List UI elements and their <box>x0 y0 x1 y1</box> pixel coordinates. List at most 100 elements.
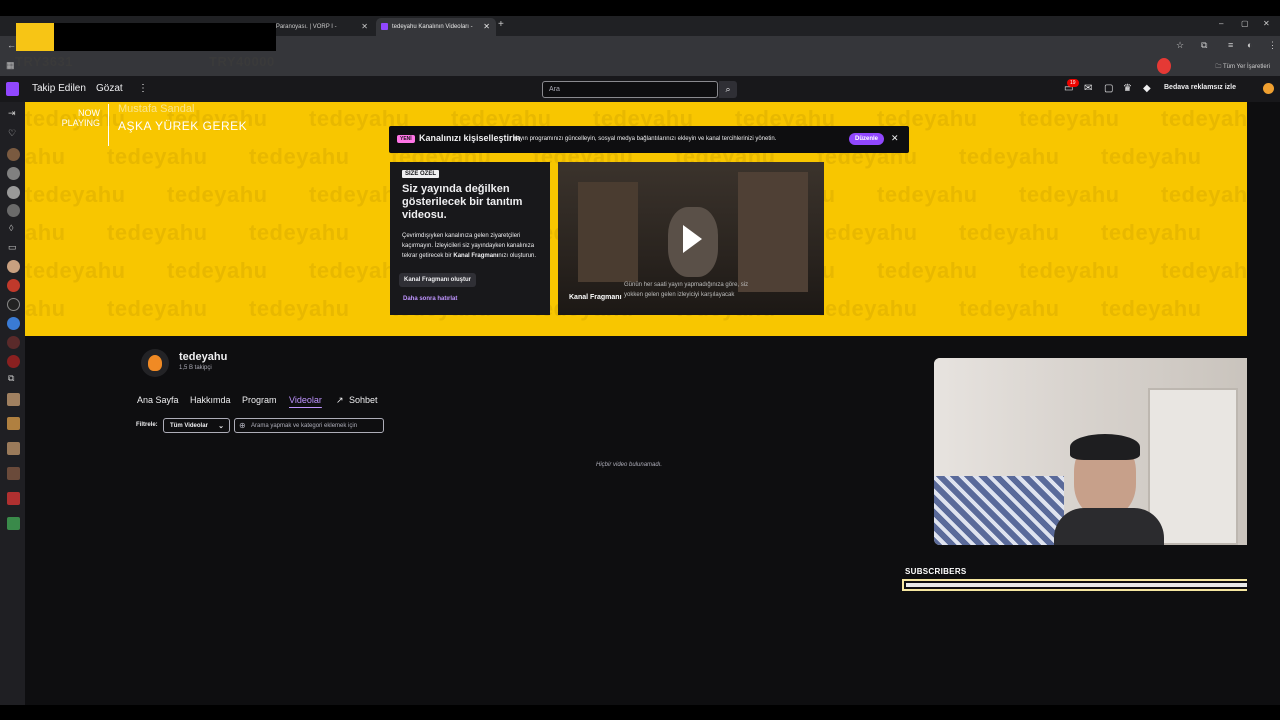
search-input[interactable]: Ara <box>542 81 718 98</box>
ad-free-button[interactable]: Bedava reklamsız izle <box>1164 84 1236 91</box>
banner-watermark-text: tedeyahu <box>1101 220 1202 245</box>
tag-icon: ⊕ <box>239 421 246 430</box>
record-indicator-icon <box>1157 58 1171 74</box>
banner-watermark-text: tedeyahu <box>877 182 978 207</box>
banner-watermark-text: tedeyahu <box>167 182 268 207</box>
channel-followers: 1,5 B takipçi <box>179 365 212 371</box>
close-icon[interactable]: ✕ <box>891 133 899 144</box>
tab-home[interactable]: Ana Sayfa <box>137 395 179 405</box>
search-icon[interactable]: ⌕ <box>719 81 737 98</box>
now-playing-label: NOW PLAYING <box>61 108 100 128</box>
heart-icon: ♡ <box>8 128 17 138</box>
followed-channel-avatar[interactable] <box>7 186 20 199</box>
chevron-down-icon: ⌄ <box>218 423 224 430</box>
create-trailer-button[interactable]: Kanal Fragmanı oluştur <box>399 273 477 287</box>
profile-icon[interactable]: ◐ <box>1247 40 1252 50</box>
banner-watermark-text: tedeyahu <box>25 182 126 207</box>
media-icon[interactable]: ≡ <box>1228 40 1233 50</box>
close-window-button[interactable]: ✕ <box>1263 19 1270 28</box>
banner-watermark-text: tedeyahu <box>877 258 978 283</box>
video-camera-icon: ▭ <box>8 242 17 252</box>
recommended-channel-avatar[interactable] <box>7 260 20 273</box>
banner-watermark-text: tedeyahu <box>1101 296 1202 321</box>
tab-chat[interactable]: Sohbet <box>349 395 378 405</box>
video-type-select[interactable]: Tüm Videolar ⌄ <box>163 418 230 433</box>
recommended-channel-avatar[interactable] <box>7 279 20 292</box>
bookmarks-bar: ▦ 🗀 Tüm Yer İşaretleri <box>0 56 1280 76</box>
prime-icon[interactable]: ♛ <box>1123 83 1132 94</box>
followed-channel-avatar[interactable] <box>7 204 20 217</box>
twitch-logo-icon[interactable] <box>6 82 19 96</box>
banner-watermark-text: tedeyahu <box>959 220 1060 245</box>
all-bookmarks-link[interactable]: 🗀 Tüm Yer İşaretleri <box>1215 62 1270 72</box>
inbox-icon[interactable]: ✉ <box>1084 83 1092 94</box>
tab-videos[interactable]: Videolar <box>289 395 322 405</box>
followed-channel-avatar[interactable] <box>7 167 20 180</box>
banner-watermark-text: tedeyahu <box>25 296 66 321</box>
new-badge: YENİ <box>397 135 415 143</box>
close-tab-icon[interactable]: ✕ <box>483 22 490 31</box>
apps-grid-icon[interactable]: ▦ <box>6 60 15 71</box>
extensions-icon[interactable]: ⧉ <box>1201 40 1207 51</box>
recommended-icon: ◊ <box>9 223 14 233</box>
top-strip <box>0 0 1280 16</box>
expand-sidebar-icon[interactable]: ⇥ <box>8 108 16 119</box>
all-bookmarks-label: Tüm Yer İşaretleri <box>1222 64 1270 70</box>
play-icon[interactable] <box>683 225 702 253</box>
banner-watermark-text: tedeyahu <box>249 296 350 321</box>
webcam-overlay <box>934 358 1266 545</box>
category-thumbnail[interactable] <box>7 467 20 480</box>
trailer-promo-card: SİZE ÖZEL Siz yayında değilken gösterile… <box>390 162 550 315</box>
scrollbar[interactable] <box>1273 102 1280 705</box>
nav-following[interactable]: Takip Edilen <box>32 83 86 94</box>
gorilla-logo-icon <box>148 355 162 371</box>
user-avatar[interactable] <box>1263 83 1274 94</box>
category-filter-input[interactable]: ⊕ Arama yapmak ve kategori eklemek için <box>234 418 384 433</box>
tab-about[interactable]: Hakkımda <box>190 395 231 405</box>
tab-schedule[interactable]: Program <box>242 395 277 405</box>
whispers-icon[interactable]: ▢ <box>1104 83 1113 94</box>
tab-label: tedeyahu Kanalının Videoları - <box>392 24 473 30</box>
customize-description: Yayın programınızı güncelleyin, sosyal m… <box>513 136 777 142</box>
category-filter-placeholder: Arama yapmak ve kategori eklemek için <box>251 423 358 429</box>
preview-caption: Günün her saati yayın yapmadığınıza göre… <box>624 282 749 298</box>
bottom-strip <box>0 705 1280 720</box>
category-thumbnail[interactable] <box>7 517 20 530</box>
recommended-channel-avatar[interactable] <box>7 317 20 330</box>
remind-later-link[interactable]: Daha sonra hatırlat <box>403 296 457 302</box>
webcam-hair <box>1070 434 1140 460</box>
minimize-button[interactable]: – <box>1219 19 1223 28</box>
followed-channel-avatar[interactable] <box>7 148 20 161</box>
menu-icon[interactable]: ⋮ <box>1268 40 1277 51</box>
category-thumbnail[interactable] <box>7 492 20 505</box>
overlay-yellow-block <box>16 23 54 51</box>
browser-tab-active[interactable]: tedeyahu Kanalının Videoları - ✕ <box>376 18 496 36</box>
new-tab-button[interactable]: + <box>498 19 504 30</box>
banner-watermark-text: tedeyahu <box>1019 106 1120 131</box>
promo-badge: SİZE ÖZEL <box>402 170 440 178</box>
folder-icon: 🗀 <box>1215 64 1223 70</box>
banner-watermark-text: tedeyahu <box>1161 106 1247 131</box>
back-icon[interactable]: ← <box>7 40 16 50</box>
edit-button[interactable]: Düzenle <box>849 133 885 145</box>
banner-watermark-text: tedeyahu <box>1019 182 1120 207</box>
trailer-preview-video[interactable]: Günün her saati yayın yapmadığınıza göre… <box>558 162 824 315</box>
promo-body-suffix: nızı oluşturun. <box>498 253 537 259</box>
recommended-channel-avatar[interactable] <box>7 336 20 349</box>
filter-label: Filtrele: <box>136 422 158 428</box>
recommended-channel-avatar[interactable] <box>7 355 20 368</box>
category-thumbnail[interactable] <box>7 442 20 455</box>
channel-avatar[interactable] <box>141 349 169 377</box>
recommended-channel-avatar[interactable] <box>7 298 20 311</box>
banner-watermark-text: tedeyahu <box>1101 144 1202 169</box>
channel-name[interactable]: tedeyahu <box>179 351 227 363</box>
notification-badge: 19 <box>1067 79 1079 87</box>
nav-browse[interactable]: Gözat <box>96 83 123 94</box>
nav-more-icon[interactable]: ⋮ <box>138 83 148 94</box>
maximize-button[interactable]: ▢ <box>1241 19 1249 28</box>
bookmark-star-icon[interactable]: ☆ <box>1176 40 1184 51</box>
close-tab-icon[interactable]: ✕ <box>361 22 368 31</box>
category-thumbnail[interactable] <box>7 417 20 430</box>
bits-icon[interactable]: ◆ <box>1143 83 1151 94</box>
category-thumbnail[interactable] <box>7 393 20 406</box>
